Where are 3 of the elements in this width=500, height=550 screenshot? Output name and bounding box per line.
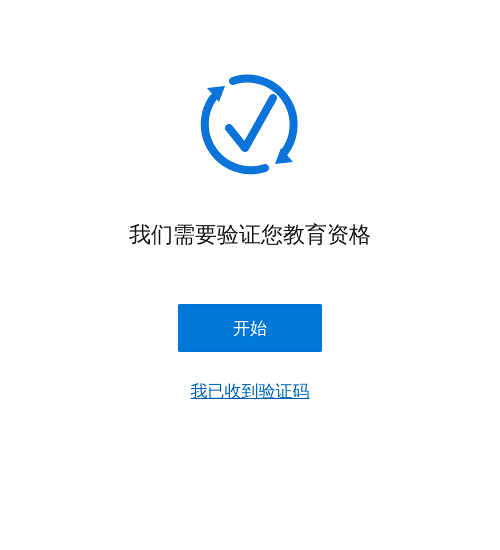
start-button[interactable]: 开始 bbox=[178, 304, 322, 352]
heading: 我们需要验证您教育资格 bbox=[129, 222, 371, 250]
code-received-link[interactable]: 我已收到验证码 bbox=[190, 380, 310, 403]
